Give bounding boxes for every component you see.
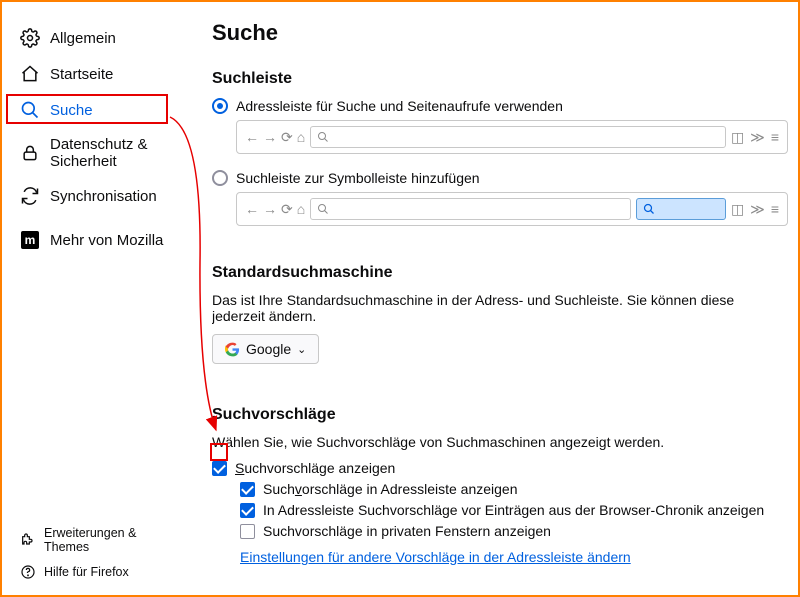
default-engine-desc: Das ist Ihre Standardsuchmaschine in der… xyxy=(212,292,788,324)
default-engine-select[interactable]: Google ⌄ xyxy=(212,334,319,364)
mozilla-icon: m xyxy=(20,230,40,250)
sidebar-bottom-label: Erweiterungen & Themes xyxy=(44,526,175,554)
content-panel: Suche Suchleiste Adressleiste für Suche … xyxy=(212,20,788,595)
suggestions-desc: Wählen Sie, wie Suchvorschläge von Suchm… xyxy=(212,434,788,450)
radio-separate[interactable]: Suchleiste zur Symbolleiste hinzufügen xyxy=(212,170,788,186)
sidebar-bottom-label: Hilfe für Firefox xyxy=(44,565,129,579)
checkbox-label: Suchvorschläge in Adressleiste anzeigen xyxy=(263,481,518,497)
radio-combined[interactable]: Adressleiste für Suche und Seitenaufrufe… xyxy=(212,98,788,114)
checkbox-icon xyxy=(212,461,227,476)
sidebar-bottom: Erweiterungen & Themes Hilfe für Firefox xyxy=(2,521,187,585)
radio-icon xyxy=(212,170,228,186)
forward-icon: → xyxy=(263,129,277,145)
checkbox-icon xyxy=(240,482,255,497)
sidebar-item-allgemein[interactable]: Allgemein xyxy=(2,20,187,56)
sidebar-icon: ◫ xyxy=(731,201,744,218)
checkbox-show-suggestions[interactable]: Suchvorschläge anzeigen xyxy=(212,460,788,476)
menu-icon: ≡ xyxy=(771,201,779,217)
link-erweiterungen[interactable]: Erweiterungen & Themes xyxy=(2,521,187,559)
section-heading-suggestions: Suchvorschläge xyxy=(212,406,788,424)
puzzle-icon xyxy=(20,532,36,548)
sidebar-item-suche[interactable]: Suche xyxy=(2,92,187,128)
search-box-highlighted xyxy=(636,198,726,220)
back-icon: ← xyxy=(245,201,259,217)
forward-icon: → xyxy=(263,201,277,217)
checkbox-suggestions-before-history[interactable]: In Adressleiste Suchvorschläge vor Eintr… xyxy=(240,502,788,518)
link-other-suggestions[interactable]: Einstellungen für andere Vorschläge in d… xyxy=(240,549,631,565)
radio-icon xyxy=(212,98,228,114)
radio-label: Suchleiste zur Symbolleiste hinzufügen xyxy=(236,170,480,186)
sync-icon xyxy=(20,186,40,206)
default-engine-name: Google xyxy=(246,341,291,357)
checkbox-icon xyxy=(240,524,255,539)
browser-bar-preview-separate: ← → ⟳ ⌂ ◫ ≫ ≡ xyxy=(236,192,788,226)
sidebar-item-label: Synchronisation xyxy=(50,188,157,205)
gear-icon xyxy=(20,28,40,48)
back-icon: ← xyxy=(245,129,259,145)
addr-box xyxy=(310,126,726,148)
checkbox-suggestions-addressbar[interactable]: Suchvorschläge in Adressleiste anzeigen xyxy=(240,481,788,497)
chevron-down-icon: ⌄ xyxy=(297,343,306,356)
checkbox-label: In Adressleiste Suchvorschläge vor Eintr… xyxy=(263,502,764,518)
sidebar-item-label: Datenschutz & Sicherheit xyxy=(50,136,175,170)
radio-label: Adressleiste für Suche und Seitenaufrufe… xyxy=(236,98,563,114)
sidebar-item-mozilla[interactable]: m Mehr von Mozilla xyxy=(2,222,187,258)
addr-box xyxy=(310,198,631,220)
link-hilfe[interactable]: Hilfe für Firefox xyxy=(2,559,187,585)
checkbox-icon xyxy=(240,503,255,518)
section-heading-suchleiste: Suchleiste xyxy=(212,70,788,88)
reload-icon: ⟳ xyxy=(281,201,293,218)
section-heading-default-engine: Standardsuchmaschine xyxy=(212,264,788,282)
sidebar-icon: ◫ xyxy=(731,129,744,146)
sidebar: Allgemein Startseite Suche Datenschutz &… xyxy=(2,2,187,595)
sidebar-item-datenschutz[interactable]: Datenschutz & Sicherheit xyxy=(2,128,187,178)
overflow-icon: ≫ xyxy=(750,201,765,218)
google-icon xyxy=(225,342,240,357)
browser-bar-preview-combined: ← → ⟳ ⌂ ◫ ≫ ≡ xyxy=(236,120,788,154)
checkbox-label: Suchvorschläge in privaten Fenstern anze… xyxy=(263,523,551,539)
overflow-icon: ≫ xyxy=(750,129,765,146)
sidebar-item-label: Suche xyxy=(50,102,93,119)
sidebar-item-sync[interactable]: Synchronisation xyxy=(2,178,187,214)
home-icon xyxy=(20,64,40,84)
sidebar-item-label: Mehr von Mozilla xyxy=(50,232,163,249)
help-icon xyxy=(20,564,36,580)
search-icon xyxy=(20,100,40,120)
home-icon: ⌂ xyxy=(297,201,305,217)
sidebar-item-label: Startseite xyxy=(50,66,113,83)
checkbox-label: Suchvorschläge anzeigen xyxy=(235,460,395,476)
lock-icon xyxy=(20,143,40,163)
home-icon: ⌂ xyxy=(297,129,305,145)
sidebar-item-startseite[interactable]: Startseite xyxy=(2,56,187,92)
sidebar-item-label: Allgemein xyxy=(50,30,116,47)
reload-icon: ⟳ xyxy=(281,129,293,146)
menu-icon: ≡ xyxy=(771,129,779,145)
page-title: Suche xyxy=(212,20,788,46)
checkbox-suggestions-private[interactable]: Suchvorschläge in privaten Fenstern anze… xyxy=(240,523,788,539)
